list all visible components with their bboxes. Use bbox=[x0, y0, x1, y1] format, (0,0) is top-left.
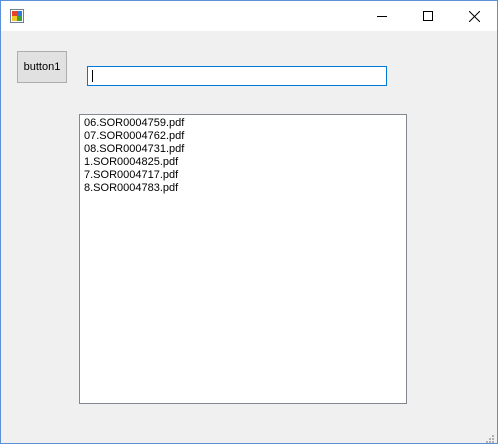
list-item[interactable]: 06.SOR0004759.pdf bbox=[84, 117, 406, 130]
resize-grip-icon[interactable] bbox=[485, 431, 495, 443]
file-listbox[interactable]: 06.SOR0004759.pdf 07.SOR0004762.pdf 08.S… bbox=[79, 114, 407, 404]
app-window: button1 06.SOR0004759.pdf 07.SOR0004762.… bbox=[0, 0, 498, 444]
maximize-icon bbox=[423, 11, 433, 21]
list-item[interactable]: 07.SOR0004762.pdf bbox=[84, 130, 406, 143]
winforms-app-icon[interactable] bbox=[10, 9, 24, 23]
close-icon bbox=[468, 10, 480, 22]
close-button[interactable] bbox=[451, 1, 497, 31]
list-item[interactable]: 7.SOR0004717.pdf bbox=[84, 169, 406, 182]
title-bar[interactable] bbox=[1, 1, 497, 31]
list-item[interactable]: 1.SOR0004825.pdf bbox=[84, 156, 406, 169]
list-item[interactable]: 8.SOR0004783.pdf bbox=[84, 182, 406, 195]
minimize-icon bbox=[377, 16, 387, 17]
maximize-button[interactable] bbox=[405, 1, 451, 31]
minimize-button[interactable] bbox=[359, 1, 405, 31]
text-caret bbox=[92, 70, 93, 82]
button1[interactable]: button1 bbox=[17, 51, 67, 83]
text-input[interactable] bbox=[87, 66, 387, 86]
list-item[interactable]: 08.SOR0004731.pdf bbox=[84, 143, 406, 156]
form-client-area: button1 06.SOR0004759.pdf 07.SOR0004762.… bbox=[1, 31, 497, 443]
